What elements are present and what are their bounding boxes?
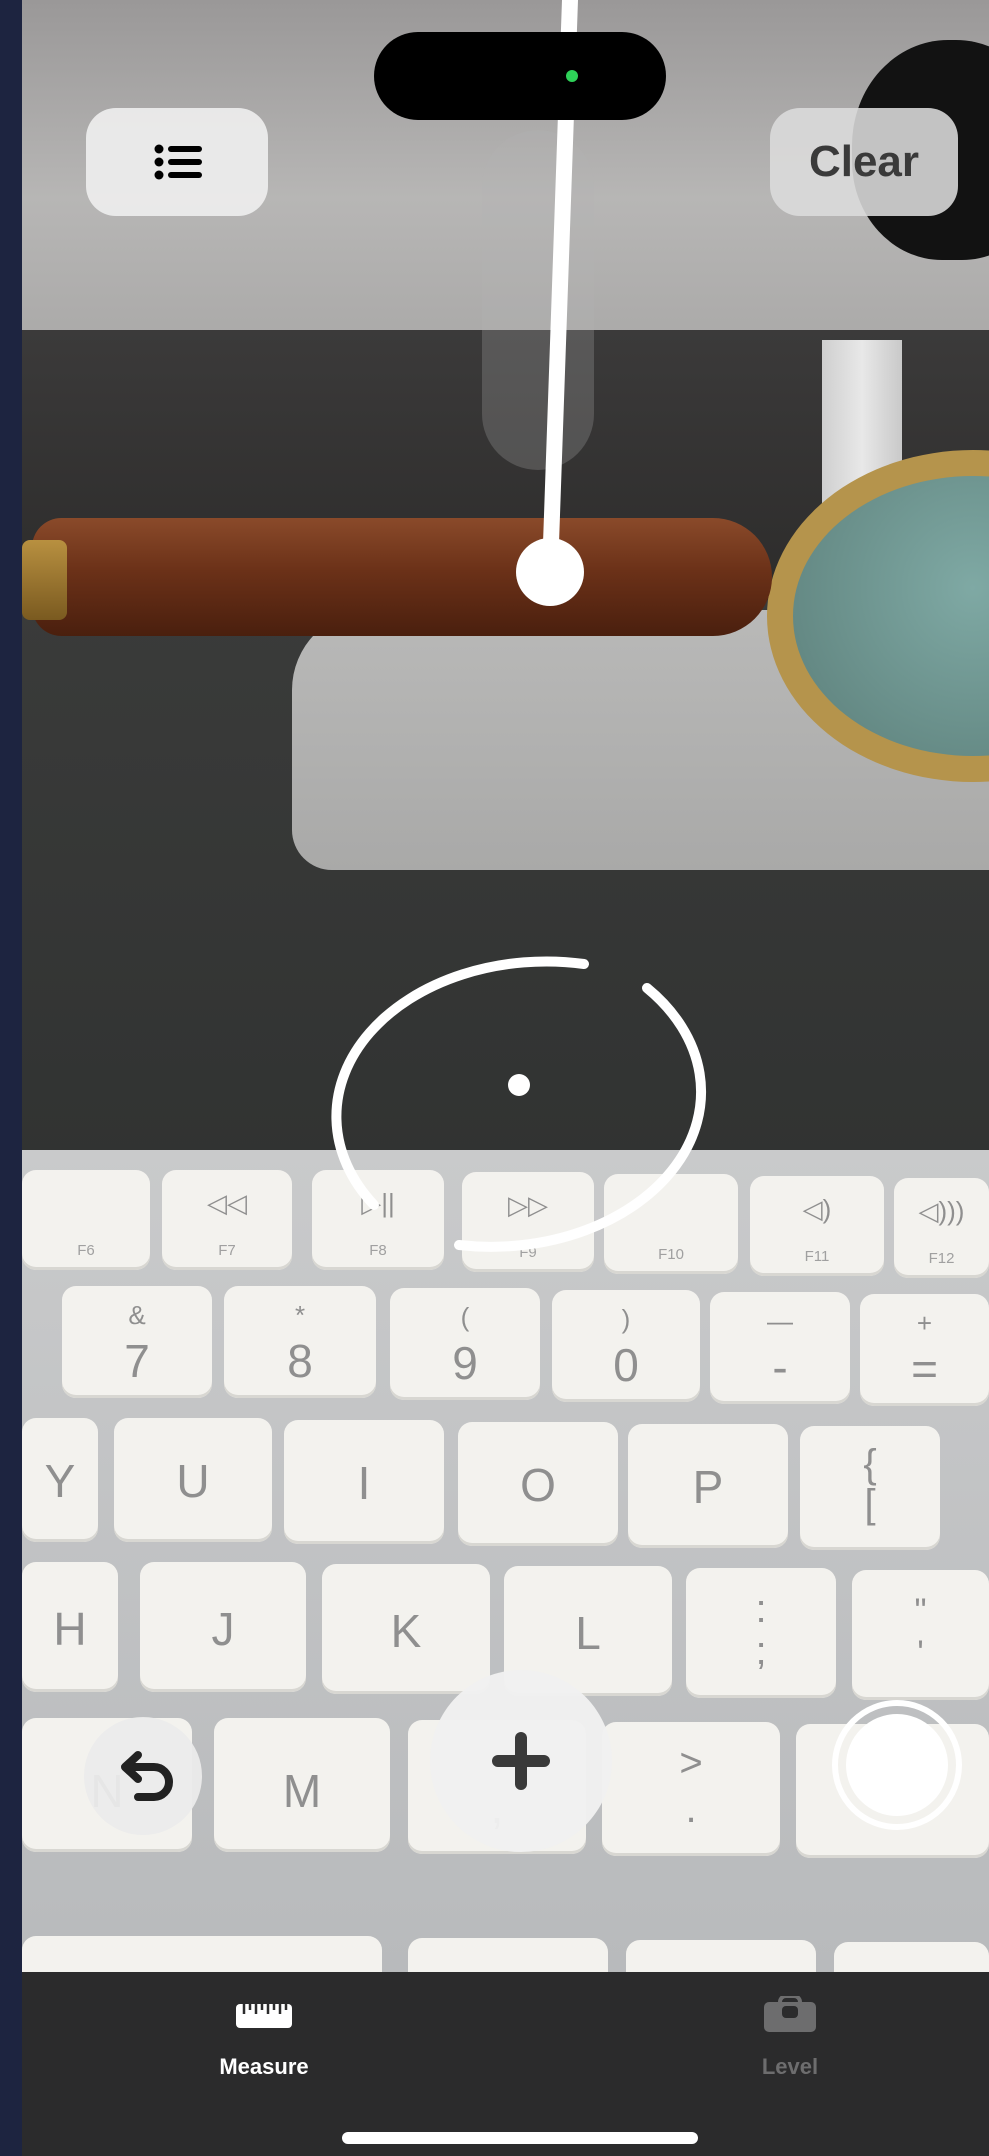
level-icon (764, 1996, 816, 2032)
measurements-list-button[interactable] (86, 108, 268, 216)
clear-button[interactable]: Clear (770, 108, 958, 216)
home-indicator[interactable] (342, 2132, 698, 2144)
add-point-button[interactable] (430, 1670, 612, 1852)
capture-button[interactable] (832, 1700, 962, 1830)
plus-icon (492, 1732, 550, 1790)
ruler-icon (236, 2004, 292, 2028)
undo-arrow-icon (121, 1751, 173, 1801)
tab-level-label: Level (761, 2054, 819, 2079)
dynamic-island (374, 32, 666, 120)
undo-button[interactable] (84, 1717, 202, 1835)
tab-measure[interactable]: Measure (144, 1972, 384, 2112)
measurement-start-point (516, 538, 584, 606)
shutter-icon (846, 1714, 948, 1816)
camera-in-use-indicator (566, 70, 578, 82)
tab-bar: Measure Level (22, 1972, 989, 2156)
focus-reticle-icon (331, 956, 707, 1252)
tab-level[interactable]: Level (670, 1972, 910, 2112)
tab-measure-label: Measure (219, 2054, 309, 2079)
measure-app-screen: F6 ◁◁ F7 ▷|| F8 ▷▷ F9 F10 ◁) F11 ◁))) F1… (22, 0, 989, 2156)
list-bullet-icon (154, 144, 202, 180)
